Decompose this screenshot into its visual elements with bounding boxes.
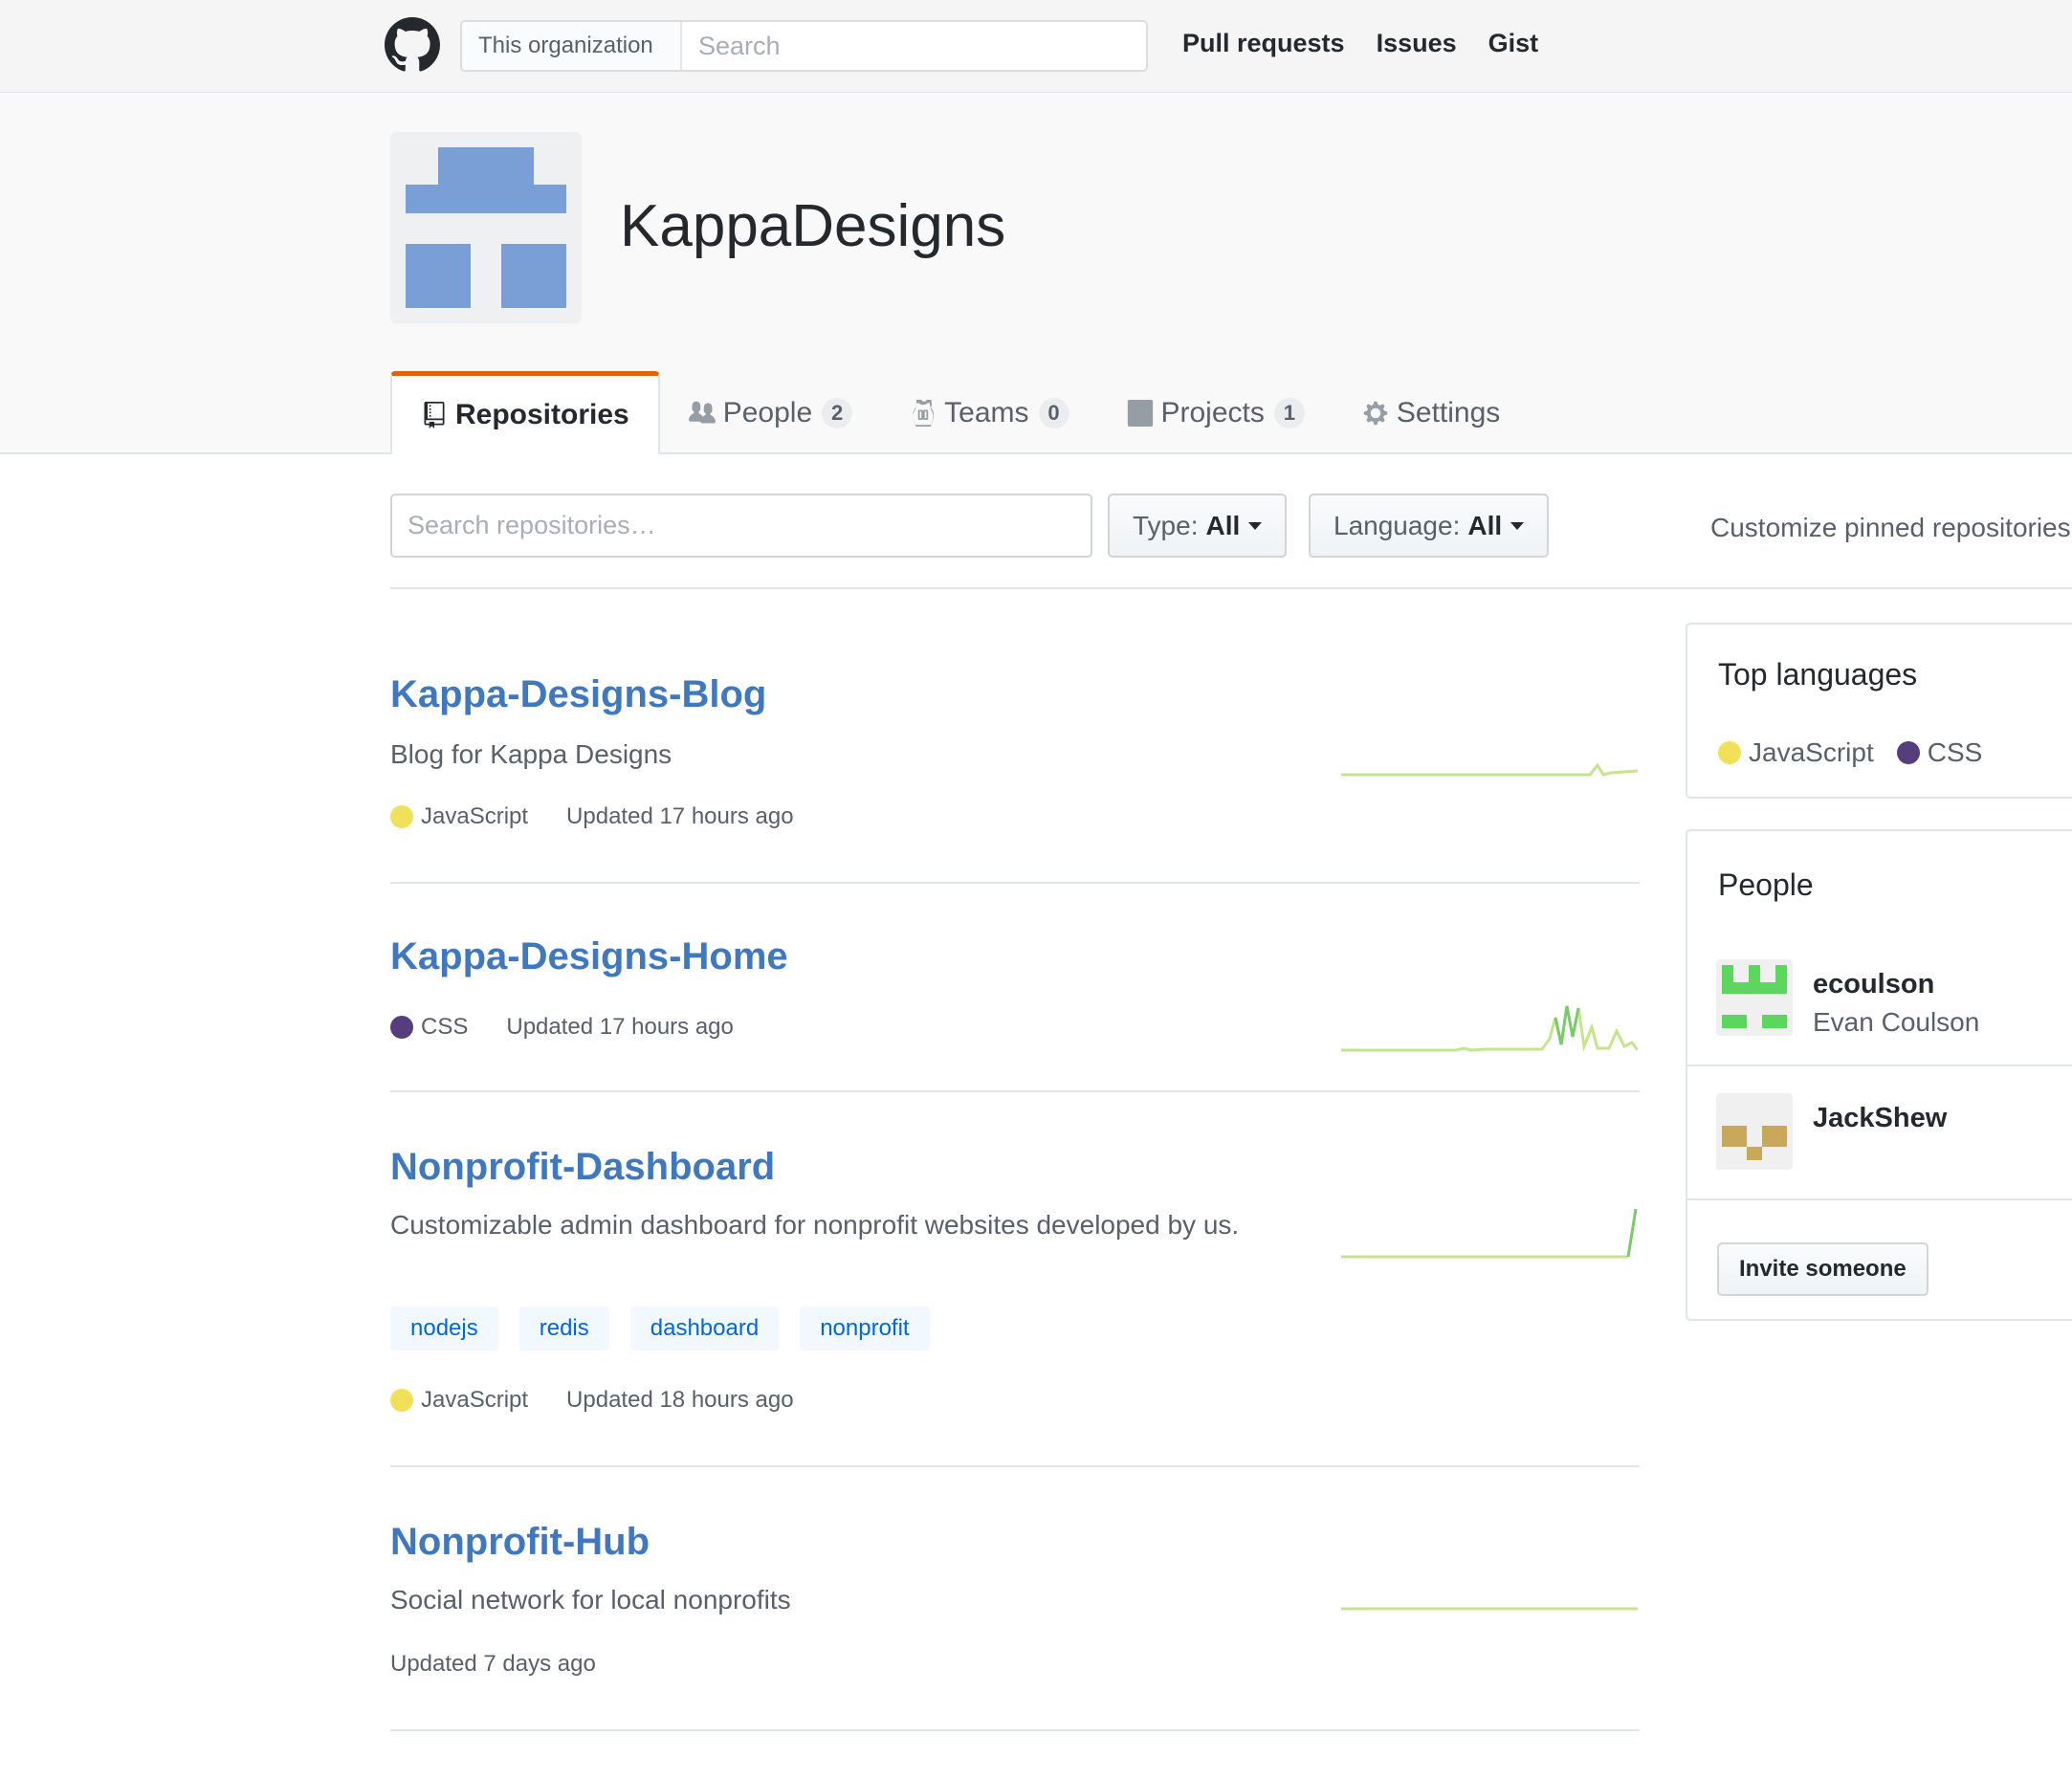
tab-teams-label: Teams [944,396,1029,428]
org-avatar-image [406,147,566,308]
repo-item: Nonprofit-Hub Social network for local n… [390,1467,1640,1731]
top-languages-box: Top languages JavaScript CSS [1686,623,2072,799]
avatar-identicon [1722,965,1787,1028]
tab-settings-label: Settings [1396,396,1501,428]
repo-title-link[interactable]: Nonprofit-Hub [390,1521,650,1564]
invite-someone-button[interactable]: Invite someone [1717,1242,1929,1296]
people-box: People ecoulson Evan Coulson JackShew In… [1686,829,2072,1321]
top-languages-list: JavaScript CSS [1718,737,1982,768]
person-full-name: Evan Coulson [1813,1007,1980,1037]
org-avatar[interactable] [390,132,582,323]
language-color-dot [1896,741,1920,764]
language-filter-value: All [1467,510,1503,540]
global-search[interactable]: This organization [460,20,1148,72]
repo-description: Customizable admin dashboard for nonprof… [390,1210,1240,1240]
nav-gist[interactable]: Gist [1488,29,1539,58]
top-languages-title: Top languages [1718,657,1918,692]
tab-settings[interactable]: Settings [1334,371,1529,454]
repo-title-link[interactable]: Kappa-Designs-Blog [390,673,766,716]
repo-meta: CSS Updated 17 hours ago [390,1014,734,1041]
tab-people-count: 2 [822,397,853,428]
repo-icon [424,402,445,428]
nav-pull-requests[interactable]: Pull requests [1182,29,1345,58]
repo-description: Blog for Kappa Designs [390,739,672,769]
language-color-dot [390,1389,413,1412]
language-color-dot [390,805,413,828]
repo-language: JavaScript [421,803,529,829]
project-icon [1127,399,1153,427]
activity-sparkline [1341,1208,1638,1259]
repo-updated: Updated 18 hours ago [566,1387,794,1413]
repo-language: JavaScript [421,1387,529,1413]
topic-tag[interactable]: nonprofit [800,1307,930,1351]
repo-meta: JavaScript Updated 18 hours ago [390,1387,794,1414]
people-icon [688,401,716,423]
tab-repositories-label: Repositories [455,399,629,430]
tab-people[interactable]: People 2 [660,371,881,454]
tab-teams-count: 0 [1038,397,1069,428]
people-box-title: People [1718,868,1814,902]
repo-search-input[interactable] [390,494,1092,558]
language-filter-label: Language: [1334,510,1461,540]
repo-item: Nonprofit-Dashboard Customizable admin d… [390,1092,1640,1467]
repo-item: Kappa-Designs-Blog Blog for Kappa Design… [390,589,1640,884]
org-name: KappaDesigns [620,193,1006,259]
repo-title-link[interactable]: Kappa-Designs-Home [390,935,788,978]
tab-teams[interactable]: Teams 0 [881,371,1097,454]
tab-projects-count: 1 [1273,397,1305,428]
avatar-identicon [1722,1126,1787,1160]
top-language-css[interactable]: CSS [1928,737,1983,768]
repo-item: Kappa-Designs-Home CSS Updated 17 hours … [390,884,1640,1092]
type-filter-label: Type: [1133,510,1199,540]
person-item[interactable]: JackShew [1687,1068,2072,1200]
activity-sparkline [1341,1005,1638,1052]
org-header: KappaDesigns Repositories People 2 Teams… [0,94,2072,454]
top-header: This organization Pull requests Issues G… [0,0,2072,93]
repo-updated: Updated 17 hours ago [506,1014,734,1040]
activity-sparkline [1341,1607,1638,1611]
repo-title-link[interactable]: Nonprofit-Dashboard [390,1146,775,1189]
language-filter-button[interactable]: Language: All [1309,494,1550,558]
language-color-dot [390,1016,413,1039]
repo-meta: JavaScript Updated 17 hours ago [390,803,794,830]
global-search-input[interactable] [682,22,1146,70]
activity-sparkline [1341,762,1638,777]
top-language-javascript[interactable]: JavaScript [1749,737,1874,768]
language-color-dot [1718,741,1741,764]
tab-people-label: People [722,396,813,428]
customize-pinned-link[interactable]: Customize pinned repositories [1710,513,2071,543]
github-octocat-icon[interactable] [385,17,440,73]
repo-description: Social network for local nonprofits [390,1585,791,1614]
repo-language: CSS [421,1014,469,1040]
gear-icon [1363,401,1388,425]
tab-repositories[interactable]: Repositories [390,371,660,454]
caret-down-icon [1510,521,1525,530]
repo-meta: Updated 7 days ago [390,1651,596,1678]
repo-topics: nodejs redis dashboard nonprofit [390,1307,930,1351]
repo-updated: Updated 7 days ago [390,1651,596,1677]
search-scope-label[interactable]: This organization [462,22,682,70]
type-filter-value: All [1205,510,1241,540]
topic-tag[interactable]: nodejs [390,1307,498,1351]
topic-tag[interactable]: dashboard [629,1307,780,1351]
nav-issues[interactable]: Issues [1377,29,1457,58]
top-nav: Pull requests Issues Gist [1182,29,1538,58]
type-filter-button[interactable]: Type: All [1108,494,1288,558]
tab-projects[interactable]: Projects 1 [1098,371,1334,454]
repo-updated: Updated 17 hours ago [566,803,794,829]
topic-tag[interactable]: redis [518,1307,609,1351]
tab-projects-label: Projects [1160,396,1265,428]
repo-filter-bar: Type: All Language: All Customize pinned… [390,494,2072,589]
person-login[interactable]: ecoulson [1813,969,1934,1000]
avatar[interactable] [1716,959,1793,1036]
person-item[interactable]: ecoulson Evan Coulson [1687,934,2072,1066]
caret-down-icon [1248,521,1263,530]
avatar[interactable] [1716,1093,1793,1170]
org-tabs: Repositories People 2 Teams 0 Projects 1… [390,371,1529,454]
person-login[interactable]: JackShew [1813,1103,1947,1134]
jersey-icon [913,399,935,427]
